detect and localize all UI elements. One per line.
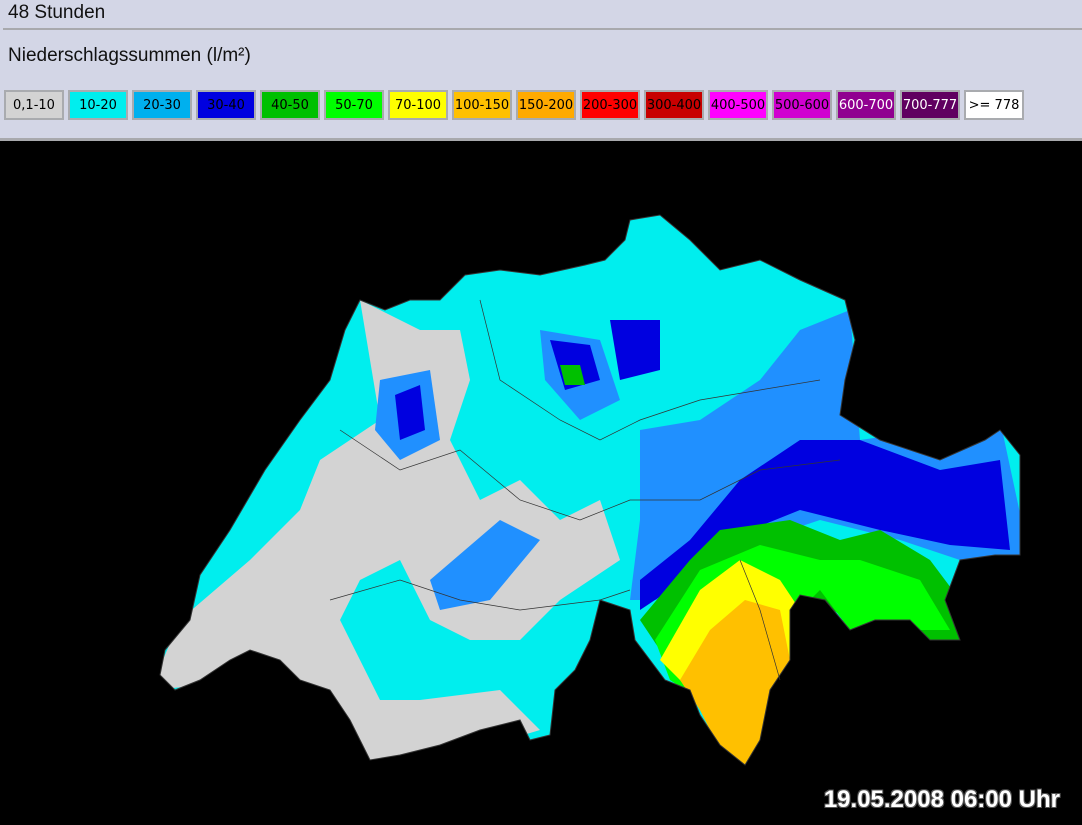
- legend-item: 30-40: [196, 90, 256, 120]
- legend-item: 10-20: [68, 90, 128, 120]
- legend-item: 150-200: [516, 90, 576, 120]
- rain-30-40-patch: [395, 385, 425, 440]
- header: 48 Stunden Niederschlagssummen (l/m²) 0,…: [0, 0, 1082, 140]
- period-title: 48 Stunden: [8, 2, 106, 23]
- legend-title: Niederschlagssummen (l/m²): [8, 45, 251, 66]
- legend-item: 40-50: [260, 90, 320, 120]
- legend-item: 20-30: [132, 90, 192, 120]
- divider: [3, 28, 1082, 30]
- color-legend: 0,1-10 10-20 20-30 30-40 40-50 50-70 70-100 100…: [4, 90, 1024, 120]
- legend-item: >= 778: [964, 90, 1024, 120]
- legend-item: 500-600: [772, 90, 832, 120]
- legend-item: 100-150: [452, 90, 512, 120]
- legend-item: 400-500: [708, 90, 768, 120]
- legend-item: 0,1-10: [4, 90, 64, 120]
- legend-item: 700-777: [900, 90, 960, 120]
- legend-item: 600-700: [836, 90, 896, 120]
- timestamp: 19.05.2008 06:00 Uhr: [823, 786, 1060, 813]
- legend-item: 200-300: [580, 90, 640, 120]
- precipitation-map: [159, 214, 1021, 766]
- legend-item: 70-100: [388, 90, 448, 120]
- legend-item: 50-70: [324, 90, 384, 120]
- legend-item: 300-400: [644, 90, 704, 120]
